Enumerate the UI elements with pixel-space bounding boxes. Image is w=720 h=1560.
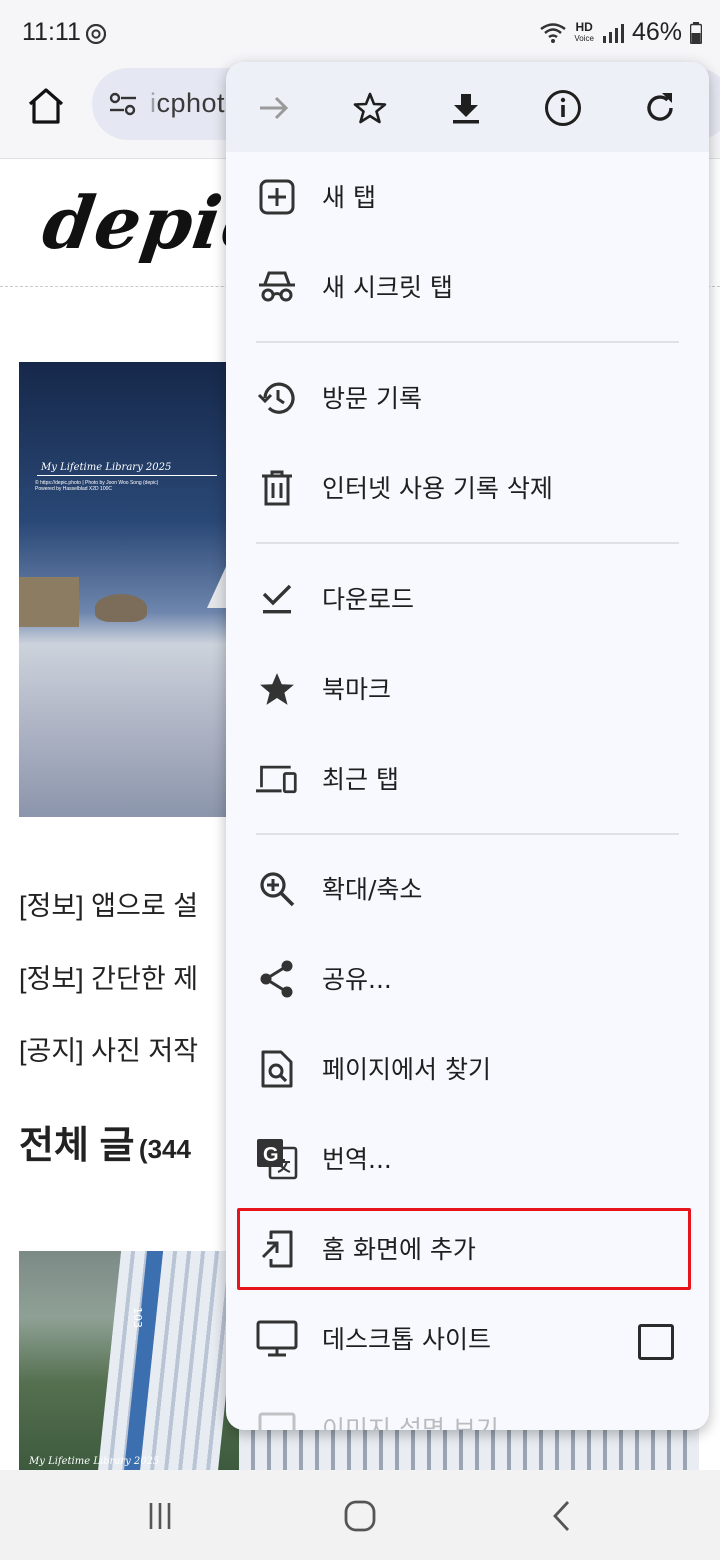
post-link-3[interactable]: [공지] 사진 저작: [19, 1029, 198, 1068]
menu-divider: [256, 833, 679, 835]
photo-watermark: My Lifetime Library 2025: [41, 462, 172, 473]
menu-item-share[interactable]: 공유...: [226, 936, 709, 1022]
post-link-1[interactable]: [정보] 앱으로 설: [19, 884, 198, 923]
photo-stone: [95, 594, 147, 622]
menu-item-downloads[interactable]: 다운로드: [226, 556, 709, 642]
url-text[interactable]: icphot: [150, 88, 225, 119]
nav-back-button[interactable]: [540, 1494, 584, 1538]
site-settings-icon[interactable]: [108, 92, 138, 116]
menu-item-image-descriptions[interactable]: 이미지 설명 보기: [226, 1386, 709, 1430]
menu-item-zoom[interactable]: 확대/축소: [226, 846, 709, 932]
back-chevron-icon: [553, 1501, 570, 1531]
menu-item-label: 데스크톱 사이트: [322, 1325, 491, 1354]
heading-count: (344: [138, 1134, 191, 1164]
menu-item-label: 최근 탭: [322, 765, 399, 794]
bookmark-star-button[interactable]: [346, 84, 394, 132]
voice-label: Voice: [574, 33, 594, 43]
share-icon: [256, 958, 298, 1000]
wifi-icon: [540, 22, 567, 43]
refresh-icon: [647, 93, 673, 121]
zoom-in-icon: [256, 868, 298, 910]
desktop-icon: [256, 1318, 298, 1360]
star-outline-icon: [353, 92, 387, 124]
download-done-icon: [256, 578, 298, 620]
menu-item-label: 새 탭: [322, 183, 376, 212]
nav-home-icon: [344, 1500, 376, 1532]
menu-item-new-tab[interactable]: 새 탭: [226, 154, 709, 240]
image-description-icon: [256, 1408, 298, 1430]
menu-item-clear-browsing-data[interactable]: 인터넷 사용 기록 삭제: [226, 445, 709, 531]
highlight-box: [237, 1208, 691, 1290]
menu-item-desktop-site[interactable]: 데스크톱 사이트: [226, 1296, 709, 1382]
svg-text:G: G: [263, 1144, 279, 1166]
star-filled-icon: [256, 668, 298, 710]
system-nav-bar: [0, 1470, 720, 1560]
menu-item-translate[interactable]: G 번역...: [226, 1116, 709, 1202]
status-right: HD Voice 46%: [540, 18, 702, 47]
trash-icon: [256, 467, 298, 509]
reload-button[interactable]: [636, 84, 684, 132]
url-main: cphot: [156, 88, 226, 118]
new-tab-icon: [256, 176, 298, 218]
hd-voice-indicator: HD Voice: [574, 19, 594, 44]
signal-icon: [602, 23, 624, 43]
battery-percent: 46%: [631, 18, 682, 46]
download-page-button[interactable]: [442, 84, 490, 132]
hd-label: HD: [575, 19, 593, 34]
menu-item-label: 방문 기록: [322, 384, 422, 413]
page-info-button[interactable]: [539, 84, 587, 132]
forward-button[interactable]: [250, 84, 298, 132]
menu-item-label: 새 시크릿 탭: [322, 273, 453, 302]
menu-item-bookmarks[interactable]: 북마크: [226, 646, 709, 732]
status-time: 11:11: [22, 18, 81, 46]
menu-item-label: 페이지에서 찾기: [322, 1055, 491, 1084]
photo-apartment-tower: [96, 1251, 242, 1471]
watermark-camera: Powered by Hasselblad X2D 100C: [35, 486, 112, 492]
post-link-2[interactable]: [정보] 간단한 제: [19, 957, 198, 996]
info-icon: [545, 90, 581, 126]
menu-item-label: 번역...: [322, 1145, 392, 1174]
menu-item-recent-tabs[interactable]: 최근 탭: [226, 736, 709, 822]
menu-item-label: 다운로드: [322, 585, 415, 614]
menu-item-find-in-page[interactable]: 페이지에서 찾기: [226, 1026, 709, 1112]
watermark-line: [37, 475, 217, 476]
menu-item-label: 이미지 설명 보기: [322, 1415, 499, 1430]
menu-item-label: 북마크: [322, 675, 392, 704]
nav-home-button[interactable]: [338, 1494, 382, 1538]
incognito-icon: [256, 266, 298, 308]
menu-divider: [256, 341, 679, 343]
recent-apps-icon: [149, 1503, 171, 1529]
photo-building: [19, 577, 79, 627]
menu-item-label: 확대/축소: [322, 875, 423, 904]
history-icon: [256, 377, 298, 419]
translate-icon: G: [256, 1138, 298, 1180]
devices-icon: [256, 758, 298, 800]
menu-item-history[interactable]: 방문 기록: [226, 355, 709, 441]
menu-item-label: 인터넷 사용 기록 삭제: [322, 474, 553, 503]
photo2-watermark: My Lifetime Library 2025: [29, 1456, 160, 1467]
status-bar: 11:11 HD Voice 46%: [0, 0, 720, 68]
all-posts-heading: 전체 글 (344: [19, 1114, 191, 1169]
find-in-page-icon: [256, 1048, 298, 1090]
photo-tower-number: 103: [131, 1307, 144, 1328]
heading-title: 전체 글: [19, 1125, 135, 1167]
battery-icon: [690, 21, 702, 44]
post-photo-1[interactable]: My Lifetime Library 2025 © https://depic…: [19, 362, 229, 817]
forward-arrow-icon: [260, 96, 289, 120]
photo-watermark-sub: © https://depic.photo | Photo by Joon Wo…: [35, 480, 158, 492]
recent-apps-button[interactable]: [138, 1494, 182, 1538]
menu-item-new-incognito-tab[interactable]: 새 시크릿 탭: [226, 244, 709, 330]
desktop-site-checkbox[interactable]: [638, 1324, 674, 1360]
home-icon[interactable]: [24, 84, 68, 128]
download-icon: [453, 94, 479, 124]
menu-divider: [256, 542, 679, 544]
menu-item-label: 공유...: [322, 965, 392, 994]
chrome-notification-icon: [86, 24, 106, 44]
menu-action-row: [226, 62, 709, 152]
